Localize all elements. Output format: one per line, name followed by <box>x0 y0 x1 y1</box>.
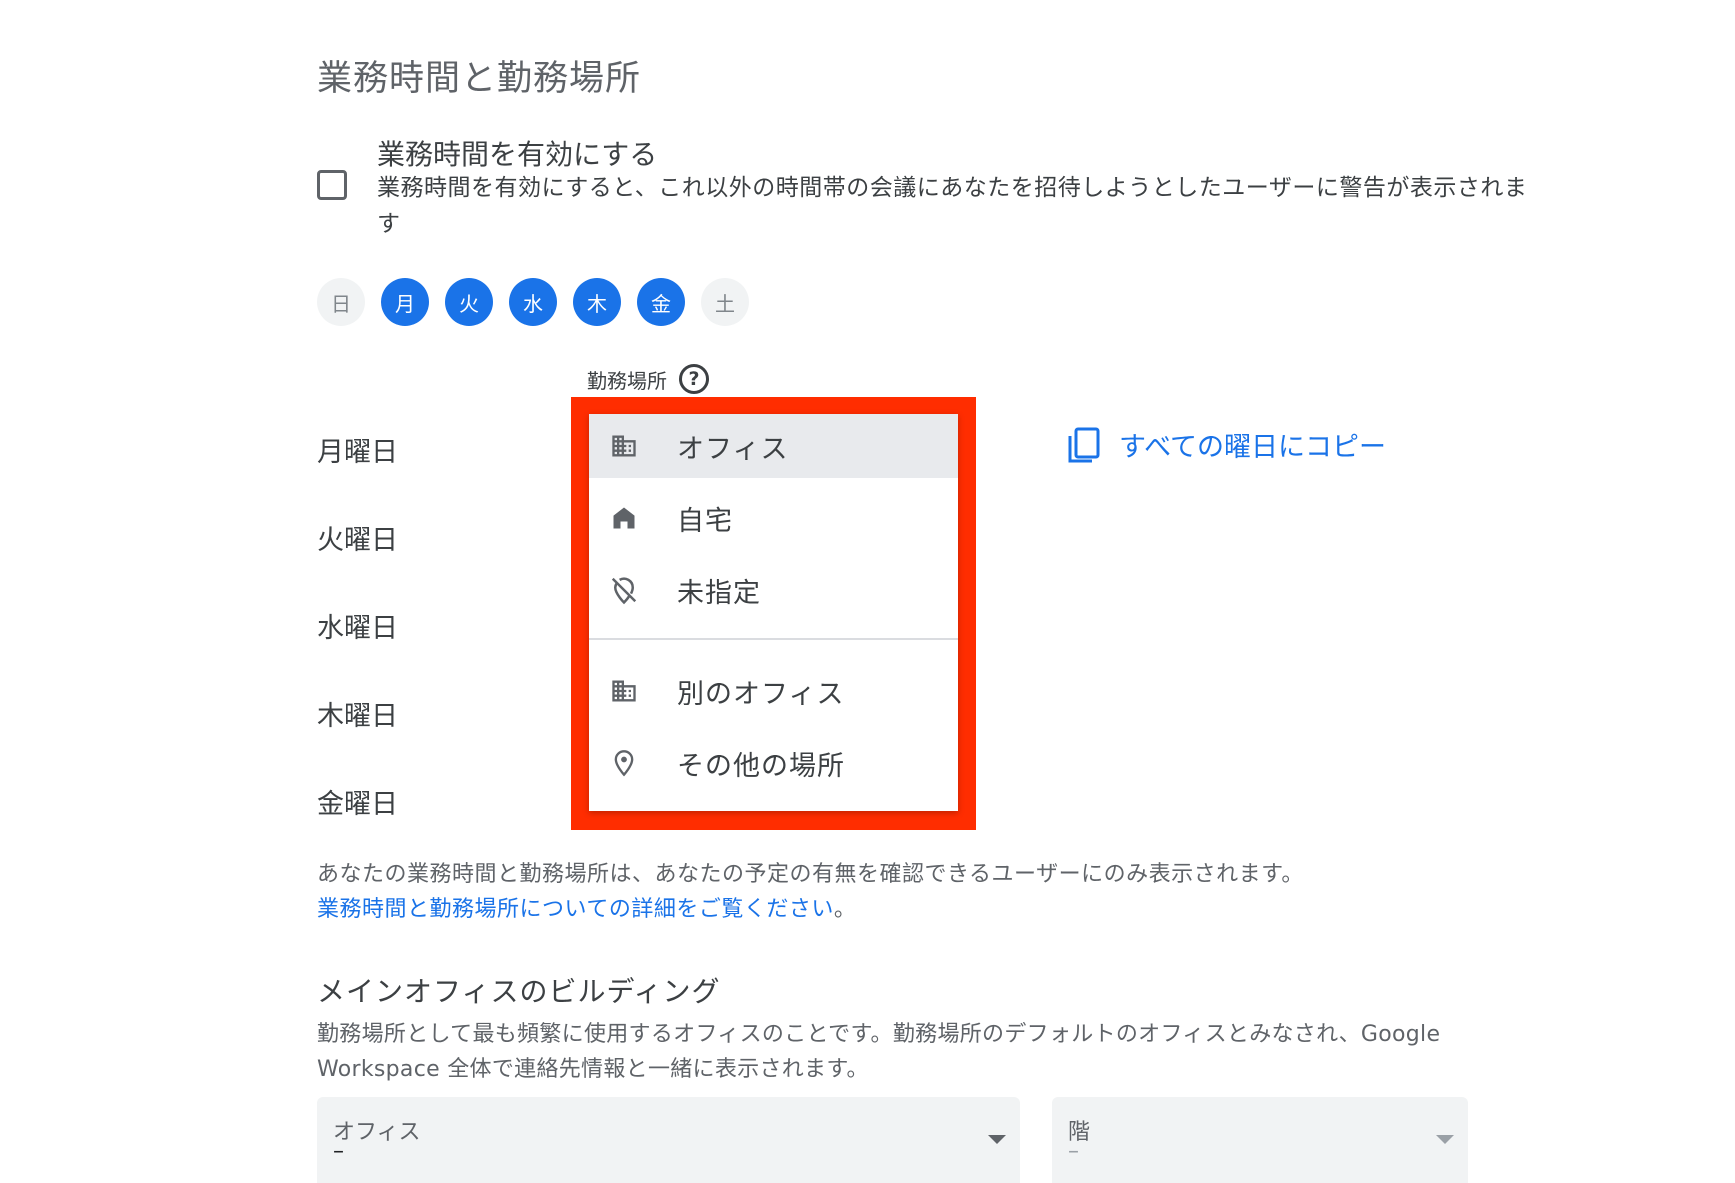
menu-item-label: 別のオフィス <box>677 678 845 710</box>
weekday-label-fri: 金曜日 <box>317 789 398 820</box>
working-hours-description: 業務時間を有効にすると、これ以外の時間帯の会議にあなたを招待しようとしたユーザー… <box>377 175 1528 237</box>
menu-item-unspecified[interactable]: 未指定 <box>589 558 958 622</box>
help-circle-icon[interactable]: ? <box>679 364 709 394</box>
office-building-icon <box>609 431 639 461</box>
learn-more-suffix: 。 <box>833 897 857 922</box>
working-hours-checkbox[interactable] <box>317 170 347 200</box>
day-toggle-sun[interactable]: 日 <box>317 278 365 326</box>
menu-item-other-office[interactable]: 別のオフィス <box>589 659 958 723</box>
learn-more-link[interactable]: 業務時間と勤務場所についての詳細をご覧ください <box>317 897 834 922</box>
menu-item-other-location[interactable]: その他の場所 <box>589 731 958 795</box>
menu-item-label: 自宅 <box>677 505 733 537</box>
learn-more-line: 業務時間と勤務場所についての詳細をご覧ください。 <box>317 892 1517 927</box>
location-column-label: 勤務場所 <box>587 368 667 393</box>
main-office-building-description: 勤務場所として最も頻繁に使用するオフィスのことです。勤務場所のデフォルトのオフィ… <box>317 1022 1441 1082</box>
floor-select-value: – <box>1068 1139 1079 1164</box>
menu-item-label: オフィス <box>677 433 789 465</box>
menu-item-label: その他の場所 <box>677 750 845 782</box>
visibility-note-text: あなたの業務時間と勤務場所は、あなたの予定の有無を確認できるユーザーにのみ表示さ… <box>317 862 1304 887</box>
home-icon <box>609 503 639 533</box>
settings-page: 業務時間と勤務場所 業務時間を有効にする 業務時間を有効にすると、これ以外の時間… <box>0 0 1735 1183</box>
day-toggle-wed[interactable]: 水 <box>509 278 557 326</box>
day-toggle-sat[interactable]: 土 <box>701 278 749 326</box>
copy-to-all-days-label: すべての曜日にコピー <box>1119 432 1387 463</box>
menu-item-office[interactable]: オフィス <box>589 414 958 478</box>
menu-item-home[interactable]: 自宅 <box>589 486 958 550</box>
copy-icon <box>1068 427 1100 462</box>
office-building-icon <box>609 676 639 706</box>
office-select-label: オフィス <box>333 1120 421 1145</box>
working-hours-title: 業務時間を有効にする <box>377 138 658 171</box>
section-title: 業務時間と勤務場所 <box>317 59 642 99</box>
visibility-note: あなたの業務時間と勤務場所は、あなたの予定の有無を確認できるユーザーにのみ表示さ… <box>317 857 1517 927</box>
weekday-label-thu: 木曜日 <box>317 701 398 732</box>
dropdown-arrow-icon <box>1436 1135 1454 1144</box>
day-toggle-mon[interactable]: 月 <box>381 278 429 326</box>
floor-select[interactable]: 階 – <box>1052 1097 1468 1183</box>
location-dropdown-menu: オフィス 自宅 未指定 別のオフィス その他の場所 <box>589 414 958 811</box>
day-toggle-thu[interactable]: 木 <box>573 278 621 326</box>
weekday-label-mon: 月曜日 <box>317 437 398 468</box>
menu-item-label: 未指定 <box>677 577 761 609</box>
location-off-icon <box>609 575 639 605</box>
weekday-label-wed: 水曜日 <box>317 613 398 644</box>
day-selector: 日 月 火 水 木 金 土 <box>317 278 749 326</box>
office-select-value: – <box>333 1139 344 1164</box>
dropdown-arrow-icon <box>988 1135 1006 1144</box>
day-toggle-tue[interactable]: 火 <box>445 278 493 326</box>
menu-divider <box>589 638 958 640</box>
day-toggle-fri[interactable]: 金 <box>637 278 685 326</box>
location-column-header: 勤務場所 ? <box>587 364 709 394</box>
weekday-label-tue: 火曜日 <box>317 525 398 556</box>
office-select[interactable]: オフィス – <box>317 1097 1020 1183</box>
copy-to-all-days-link[interactable]: すべての曜日にコピー <box>1067 425 1386 464</box>
main-office-building-title: メインオフィスのビルディング <box>317 975 721 1008</box>
location-pin-icon <box>609 748 639 778</box>
